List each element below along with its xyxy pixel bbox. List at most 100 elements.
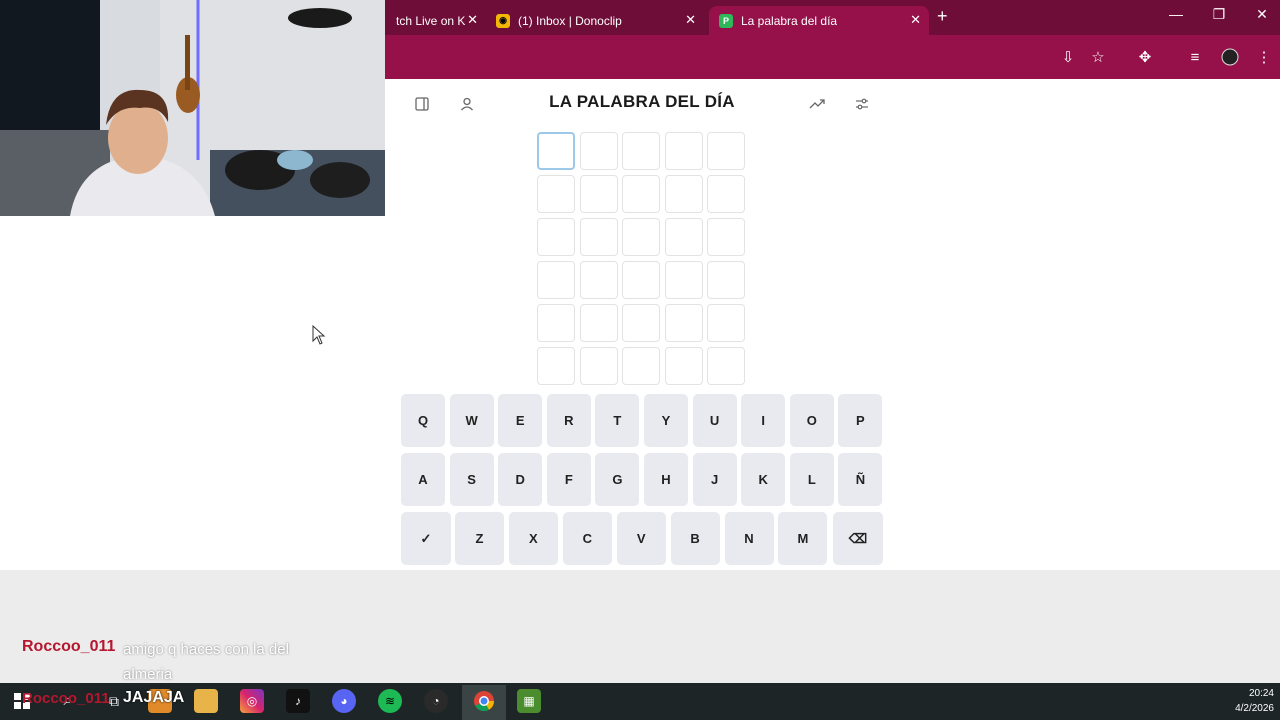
key-s[interactable]: S <box>449 453 494 506</box>
key-o[interactable]: O <box>789 394 834 447</box>
file-explorer-icon[interactable] <box>194 689 218 713</box>
tiktok-icon[interactable]: ♪ <box>286 689 310 713</box>
restore-icon[interactable]: ❐ <box>1205 6 1233 23</box>
letter-cell[interactable] <box>622 304 660 342</box>
backspace-key[interactable]: ⌫ <box>833 512 883 565</box>
minecraft-icon[interactable]: ▦ <box>517 689 541 713</box>
key-n[interactable]: N <box>724 512 774 565</box>
install-app-icon[interactable]: ⇩ <box>1058 47 1078 67</box>
letter-cell[interactable] <box>664 304 703 342</box>
tab-label: (1) Inbox | Donoclip <box>518 13 622 28</box>
tab-kick[interactable]: tch Live on K ✕ <box>386 6 486 35</box>
letter-cell[interactable] <box>579 347 618 385</box>
tab-donoclip[interactable]: ◉ (1) Inbox | Donoclip ✕ <box>486 6 704 35</box>
browser-menu-icon[interactable]: ⋮ <box>1254 47 1274 67</box>
tab-label: tch Live on K <box>396 13 466 28</box>
key-p[interactable]: P <box>838 394 883 447</box>
new-tab-button[interactable]: + <box>937 6 948 27</box>
letter-cell[interactable] <box>707 347 745 385</box>
key-b[interactable]: B <box>670 512 720 565</box>
screen: tch Live on K ✕ ◉ (1) Inbox | Donoclip ✕… <box>0 0 1280 720</box>
board-row <box>537 304 750 347</box>
settings-sliders-icon[interactable] <box>853 95 871 113</box>
letter-cell[interactable] <box>664 218 703 256</box>
key-d[interactable]: D <box>498 453 543 506</box>
key-w[interactable]: W <box>449 394 494 447</box>
minimize-icon[interactable]: — <box>1162 6 1190 22</box>
key-k[interactable]: K <box>741 453 786 506</box>
letter-cell[interactable] <box>537 218 575 256</box>
letter-cell[interactable] <box>664 347 703 385</box>
clock-time: 20:24 <box>1248 688 1274 699</box>
key-m[interactable]: M <box>778 512 828 565</box>
key-z[interactable]: Z <box>455 512 504 565</box>
enter-key[interactable]: ✓ <box>401 512 451 565</box>
key-ñ[interactable]: Ñ <box>838 453 883 506</box>
bookmark-star-icon[interactable]: ☆ <box>1088 47 1108 67</box>
letter-cell[interactable] <box>537 304 575 342</box>
key-u[interactable]: U <box>692 394 737 447</box>
letter-cell[interactable] <box>707 304 745 342</box>
extensions-icon[interactable]: ✥ <box>1135 47 1155 67</box>
spotify-icon[interactable]: ≋ <box>378 689 402 713</box>
key-c[interactable]: C <box>562 512 612 565</box>
board-row <box>537 218 750 261</box>
letter-cell[interactable] <box>537 175 575 213</box>
close-tab-icon[interactable]: ✕ <box>467 12 478 28</box>
letter-cell[interactable] <box>707 261 745 299</box>
chat-message: amigo q haces con la del almeria <box>123 641 289 683</box>
chrome-icon[interactable] <box>472 689 496 713</box>
close-tab-icon[interactable]: ✕ <box>685 12 696 28</box>
close-window-icon[interactable]: ✕ <box>1248 6 1276 23</box>
mouse-cursor-icon <box>312 325 326 345</box>
taskbar-clock[interactable]: 20:24 4/2/2026 <box>1228 686 1274 716</box>
key-h[interactable]: H <box>644 453 688 506</box>
overlay-chat-username: Roccoo_011 <box>22 690 110 707</box>
letter-cell[interactable] <box>622 347 660 385</box>
letter-cell[interactable] <box>664 132 703 170</box>
key-t[interactable]: T <box>595 394 640 447</box>
key-j[interactable]: J <box>692 453 737 506</box>
letter-cell[interactable] <box>622 132 660 170</box>
key-v[interactable]: V <box>616 512 666 565</box>
on-screen-keyboard: QWERTYUIOP ASDFGHJKLÑ ✓ Z X C V B N M ⌫ <box>401 394 883 568</box>
key-e[interactable]: E <box>498 394 543 447</box>
obs-icon[interactable]: ◔ <box>424 689 448 713</box>
letter-cell[interactable] <box>537 132 575 170</box>
sidebar-toggle-icon[interactable] <box>413 95 431 113</box>
letter-cell[interactable] <box>707 175 745 213</box>
key-f[interactable]: F <box>546 453 591 506</box>
key-l[interactable]: L <box>789 453 834 506</box>
key-q[interactable]: Q <box>401 394 445 447</box>
user-icon[interactable] <box>458 95 476 113</box>
letter-cell[interactable] <box>537 347 575 385</box>
letter-cell[interactable] <box>579 261 618 299</box>
letter-cell[interactable] <box>537 261 575 299</box>
letter-cell[interactable] <box>579 304 618 342</box>
letter-cell[interactable] <box>579 132 618 170</box>
letter-cell[interactable] <box>707 218 745 256</box>
tab-palabra-del-dia[interactable]: P La palabra del día ✕ <box>709 6 929 35</box>
webcam-overlay <box>0 0 385 216</box>
letter-cell[interactable] <box>622 261 660 299</box>
profile-avatar[interactable] <box>1220 47 1240 67</box>
letter-cell[interactable] <box>664 261 703 299</box>
key-x[interactable]: X <box>508 512 558 565</box>
letter-cell[interactable] <box>664 175 703 213</box>
media-control-icon[interactable]: ≡ <box>1185 47 1205 67</box>
key-r[interactable]: R <box>546 394 591 447</box>
key-g[interactable]: G <box>595 453 640 506</box>
letter-cell[interactable] <box>622 218 660 256</box>
key-i[interactable]: I <box>741 394 786 447</box>
letter-cell[interactable] <box>707 132 745 170</box>
stats-trend-icon[interactable] <box>808 95 826 113</box>
board-row <box>537 347 750 390</box>
discord-icon[interactable]: ◕ <box>332 689 356 713</box>
instagram-icon[interactable]: ◎ <box>240 689 264 713</box>
letter-cell[interactable] <box>622 175 660 213</box>
close-tab-icon[interactable]: ✕ <box>910 12 921 28</box>
key-a[interactable]: A <box>401 453 445 506</box>
letter-cell[interactable] <box>579 175 618 213</box>
letter-cell[interactable] <box>579 218 618 256</box>
key-y[interactable]: Y <box>644 394 688 447</box>
